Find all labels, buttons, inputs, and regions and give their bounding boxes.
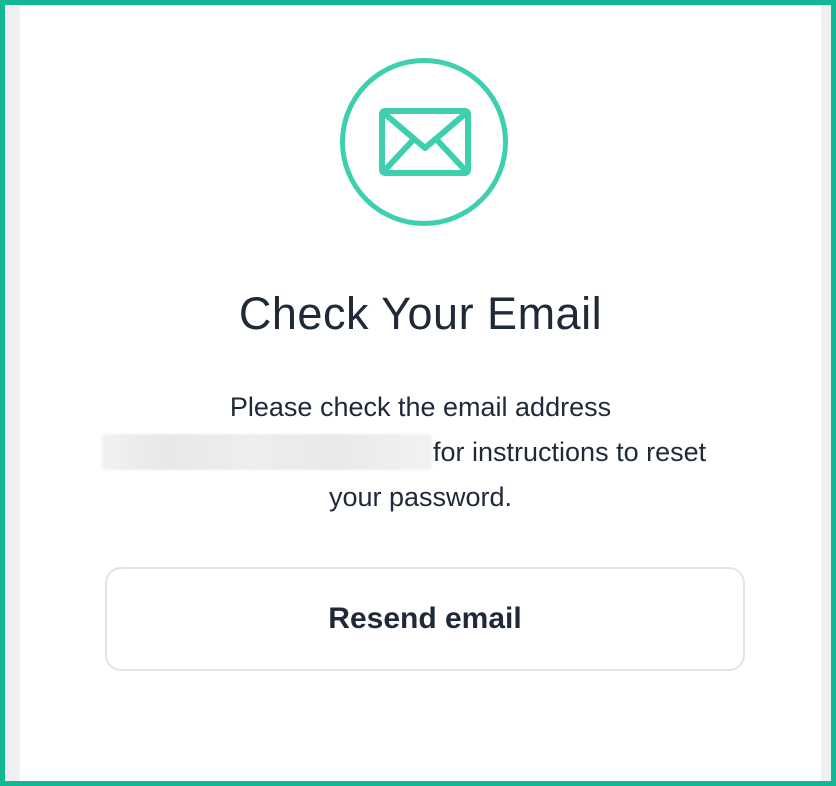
redacted-email-address (102, 434, 432, 470)
page-title: Check Your Email (238, 288, 603, 339)
message-line-3: your password. (328, 482, 513, 512)
envelope-icon-circle (340, 58, 508, 226)
message-line-1: Please check the email address (229, 392, 612, 422)
resend-email-button[interactable]: Resend email (105, 567, 745, 671)
message-line-2: for instructions to reset (433, 437, 707, 467)
check-email-card: Check Your Email Please check the email … (20, 5, 821, 781)
window-frame: Check Your Email Please check the email … (0, 0, 836, 786)
envelope-icon (379, 108, 471, 176)
